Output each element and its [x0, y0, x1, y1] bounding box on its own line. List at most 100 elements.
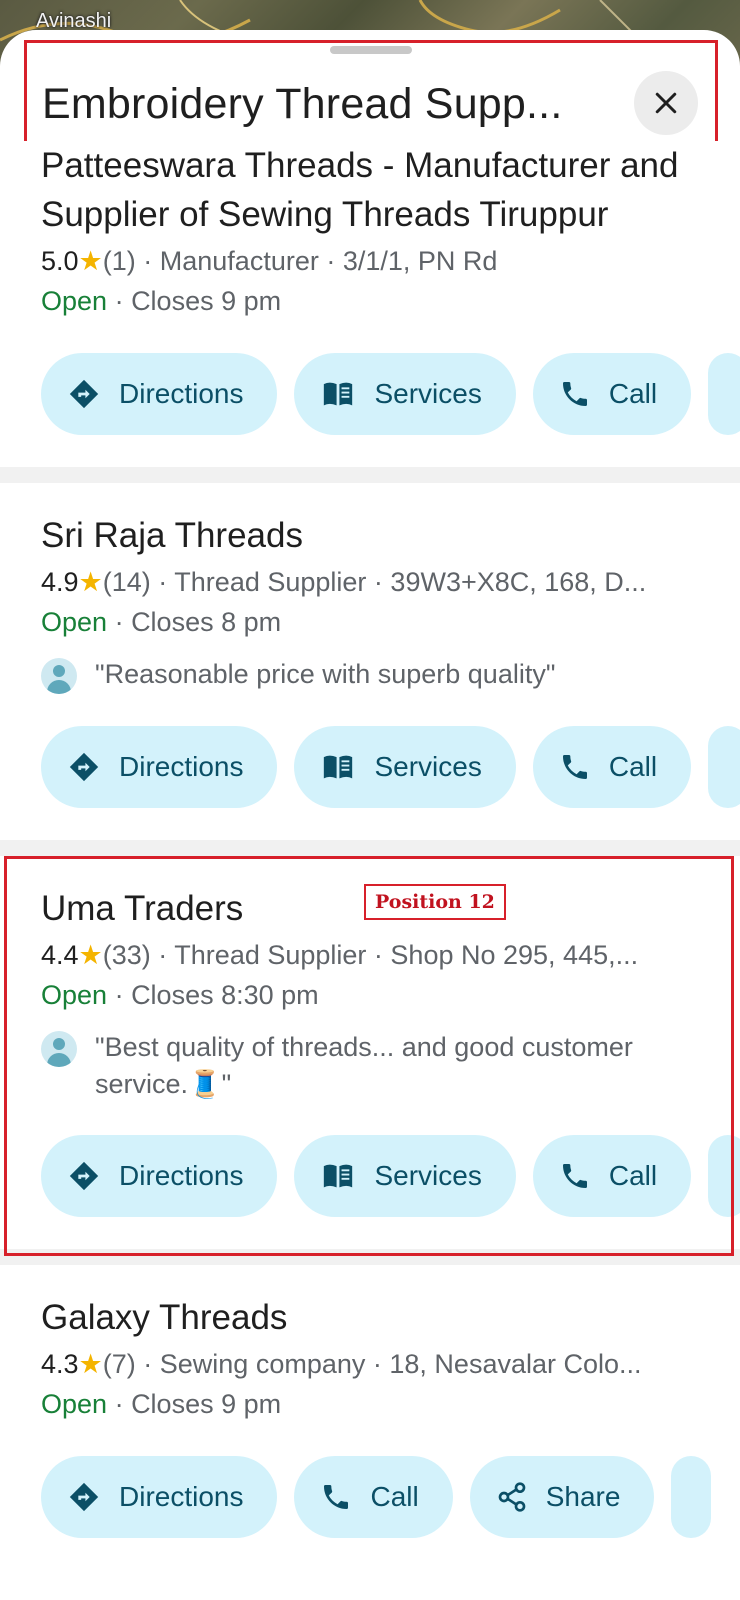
- closing-time: Closes 9 pm: [131, 1389, 282, 1419]
- listing-separator: [0, 1249, 740, 1265]
- chip-label: Directions: [119, 1160, 244, 1191]
- meta-dot: ·: [107, 286, 132, 316]
- menu-book-icon: [320, 1159, 374, 1193]
- menu-book-icon: [320, 750, 374, 784]
- star-icon: ★: [78, 940, 103, 970]
- directions-icon: [67, 377, 119, 411]
- action-chips: Directions Services Call: [41, 726, 740, 808]
- closing-time: Closes 8 pm: [131, 607, 282, 637]
- listing-hours: Open · Closes 8 pm: [41, 602, 740, 642]
- review-text: "Reasonable price with superb quality": [95, 659, 556, 689]
- phone-icon: [559, 1160, 609, 1192]
- listing-name[interactable]: Patteeswara Threads - Manufacturer and S…: [41, 141, 681, 239]
- listing-card[interactable]: Patteeswara Threads - Manufacturer and S…: [0, 141, 740, 467]
- directions-button[interactable]: Directions: [41, 1456, 278, 1538]
- meta-dot: ·: [135, 246, 160, 276]
- open-status: Open: [41, 286, 108, 316]
- listing-separator: [0, 467, 740, 483]
- share-button[interactable]: Share: [469, 1456, 655, 1538]
- services-button[interactable]: Services: [294, 726, 516, 808]
- listing-card[interactable]: Galaxy Threads 4.3★(7) · Sewing company ·…: [0, 1265, 740, 1570]
- more-actions-chip[interactable]: [708, 353, 740, 435]
- more-actions-chip[interactable]: [671, 1456, 712, 1538]
- menu-book-icon: [320, 377, 374, 411]
- open-status: Open: [41, 980, 108, 1010]
- chip-label: Call: [608, 1160, 658, 1191]
- meta-dot: ·: [135, 1349, 160, 1379]
- open-status: Open: [41, 607, 108, 637]
- open-status: Open: [41, 1389, 108, 1419]
- review-count: (33): [102, 940, 151, 970]
- closing-time: Closes 8:30 pm: [131, 980, 319, 1010]
- action-chips: Directions Call Share: [41, 1456, 740, 1538]
- listing-name[interactable]: Galaxy Threads: [41, 1293, 661, 1342]
- meta-dot: ·: [107, 607, 132, 637]
- listing-card[interactable]: Uma Traders 4.4★(33) · Thread Supplier · …: [0, 856, 740, 1256]
- chip-label: Directions: [119, 378, 244, 409]
- close-button[interactable]: [634, 71, 698, 135]
- directions-icon: [67, 750, 119, 784]
- listing-address: 3/1/1, PN Rd: [342, 246, 498, 276]
- chip-label: Share: [545, 1481, 621, 1512]
- directions-icon: [67, 1480, 119, 1514]
- call-button[interactable]: Call: [532, 726, 692, 808]
- star-icon: ★: [78, 1349, 103, 1379]
- listing-address: Shop No 295, 445,...: [390, 940, 639, 970]
- call-button[interactable]: Call: [294, 1456, 453, 1538]
- directions-button[interactable]: Directions: [41, 726, 278, 808]
- meta-dot: ·: [366, 940, 391, 970]
- listing-meta: 5.0★(1) · Manufacturer · 3/1/1, PN Rd: [41, 241, 701, 281]
- chip-label: Call: [370, 1481, 419, 1512]
- meta-dot: ·: [107, 980, 132, 1010]
- more-actions-chip[interactable]: [708, 1135, 740, 1217]
- avatar: [41, 658, 77, 694]
- rating-value: 4.9: [41, 567, 79, 597]
- chip-label: Services: [374, 751, 482, 782]
- listing-card[interactable]: Sri Raja Threads 4.9★(14) · Thread Suppli…: [0, 483, 740, 840]
- listing-meta: 4.4★(33) · Thread Supplier · Shop No 295…: [41, 935, 701, 975]
- meta-dot: ·: [150, 940, 175, 970]
- chip-label: Directions: [119, 1481, 244, 1512]
- listing-name[interactable]: Sri Raja Threads: [41, 511, 661, 560]
- results-list: Patteeswara Threads - Manufacturer and S…: [0, 141, 740, 1570]
- listing-category: Manufacturer: [159, 246, 319, 276]
- rating-value: 5.0: [41, 246, 79, 276]
- listing-address: 39W3+X8C, 168, D...: [390, 567, 647, 597]
- services-button[interactable]: Services: [294, 1135, 516, 1217]
- review-text: "Best quality of threads... and good cus…: [95, 1032, 633, 1099]
- close-icon: [655, 92, 677, 114]
- avatar: [41, 1031, 77, 1067]
- listing-meta: 4.9★(14) · Thread Supplier · 39W3+X8C, 1…: [41, 562, 701, 602]
- rating-value: 4.4: [41, 940, 79, 970]
- listing-name[interactable]: Uma Traders: [41, 884, 661, 933]
- meta-dot: ·: [365, 1349, 390, 1379]
- call-button[interactable]: Call: [532, 353, 692, 435]
- page-title: Embroidery Thread Supp...: [42, 80, 563, 128]
- directions-button[interactable]: Directions: [41, 353, 278, 435]
- listing-hours: Open · Closes 9 pm: [41, 281, 740, 321]
- chip-label: Services: [374, 1160, 482, 1191]
- more-actions-chip[interactable]: [708, 726, 740, 808]
- star-icon: ★: [78, 246, 103, 276]
- position-tag: Position 12: [364, 884, 506, 920]
- services-button[interactable]: Services: [294, 353, 516, 435]
- listing-category: Thread Supplier: [174, 940, 367, 970]
- listing-address: 18, Nesavalar Colo...: [389, 1349, 642, 1379]
- chip-label: Call: [608, 378, 658, 409]
- phone-icon: [320, 1481, 370, 1513]
- chip-label: Services: [374, 378, 482, 409]
- review-count: (1): [102, 246, 136, 276]
- call-button[interactable]: Call: [532, 1135, 692, 1217]
- meta-dot: ·: [366, 567, 391, 597]
- meta-dot: ·: [150, 567, 175, 597]
- action-chips: Directions Services Call: [41, 353, 740, 435]
- listing-meta: 4.3★(7) · Sewing company · 18, Nesavalar…: [41, 1344, 701, 1384]
- review-count: (14): [102, 567, 151, 597]
- directions-button[interactable]: Directions: [41, 1135, 278, 1217]
- chip-label: Directions: [119, 751, 244, 782]
- chip-label: Call: [608, 751, 658, 782]
- listing-category: Thread Supplier: [174, 567, 367, 597]
- phone-icon: [559, 751, 609, 783]
- listing-hours: Open · Closes 8:30 pm: [41, 975, 740, 1015]
- review-snippet: "Best quality of threads... and good cus…: [41, 1029, 740, 1103]
